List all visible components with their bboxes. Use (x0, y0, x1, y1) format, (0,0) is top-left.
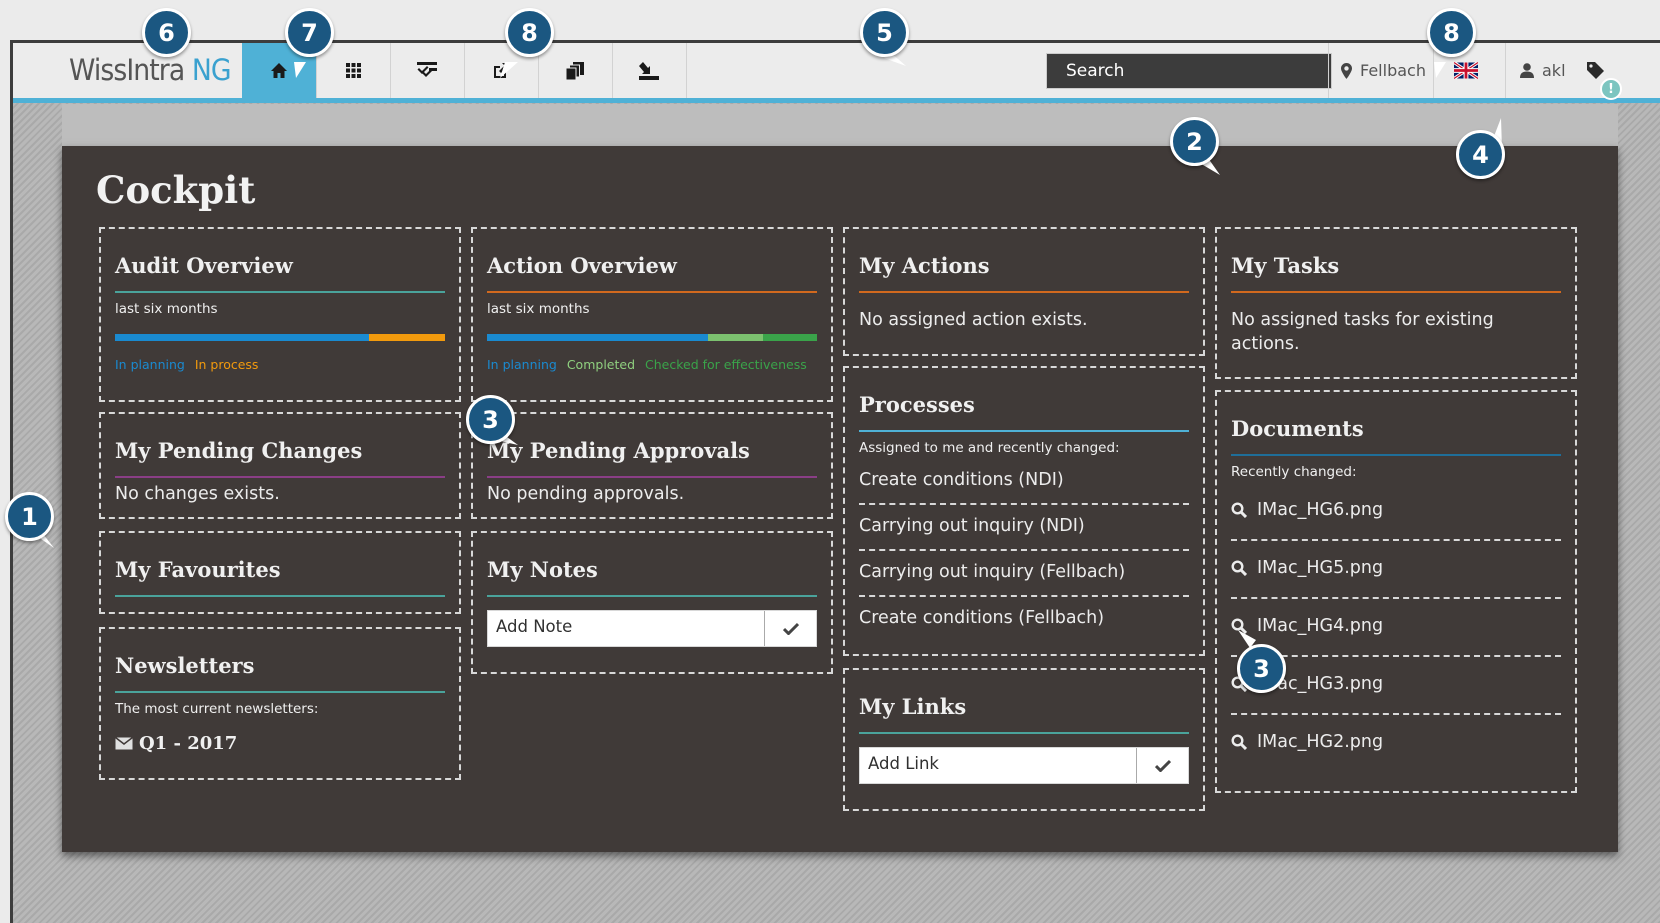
callout-1: 1 (5, 492, 54, 541)
callout-8: 8 (505, 8, 554, 57)
callout-4: 4 (1456, 130, 1505, 179)
callout-7: 7 (285, 8, 334, 57)
callout-6: 6 (142, 8, 191, 57)
callout-tails (34, 52, 1502, 648)
callout-3b: 3 (1237, 644, 1286, 693)
callout-2: 2 (1170, 117, 1219, 166)
callout-5: 5 (860, 8, 909, 57)
callout-3: 3 (466, 395, 515, 444)
callout-8b: 8 (1427, 8, 1476, 57)
